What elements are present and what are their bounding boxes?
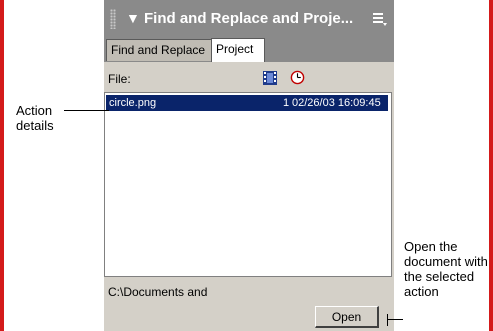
gripper-icon[interactable] (110, 9, 116, 29)
callout-leader-tick (387, 314, 388, 326)
project-panel: ▼ Find and Replace and Proje... Find and… (104, 0, 394, 331)
callout-leader-line (387, 319, 403, 320)
path-text: C:\Documents and (108, 285, 208, 299)
tab-project[interactable]: Project (211, 38, 265, 62)
panel-titlebar[interactable]: ▼ Find and Replace and Proje... (104, 0, 394, 36)
clock-icon[interactable] (290, 70, 305, 85)
file-name: circle.png (109, 97, 157, 109)
file-list[interactable]: circle.png 1 02/26/03 16:09:45 (104, 92, 392, 277)
callout-leader-line (64, 110, 109, 111)
tab-find-and-replace[interactable]: Find and Replace (106, 39, 212, 61)
list-item[interactable]: circle.png 1 02/26/03 16:09:45 (106, 95, 388, 111)
open-button[interactable]: Open (315, 306, 379, 328)
callout-open-document: Open the document with the selected acti… (404, 239, 488, 299)
options-menu-icon[interactable] (372, 11, 388, 27)
collapse-arrow-icon[interactable]: ▼ (126, 10, 140, 26)
file-header: File: (104, 62, 394, 92)
timestamp: 02/26/03 16:09:45 (292, 97, 381, 109)
callout-action-details: Action details (16, 103, 54, 133)
action-count: 1 (283, 97, 290, 109)
tab-bar: Find and Replace Project (104, 36, 394, 63)
panel-title: Find and Replace and Proje... (144, 10, 354, 27)
film-icon[interactable] (262, 70, 278, 86)
file-label: File: (108, 72, 131, 86)
